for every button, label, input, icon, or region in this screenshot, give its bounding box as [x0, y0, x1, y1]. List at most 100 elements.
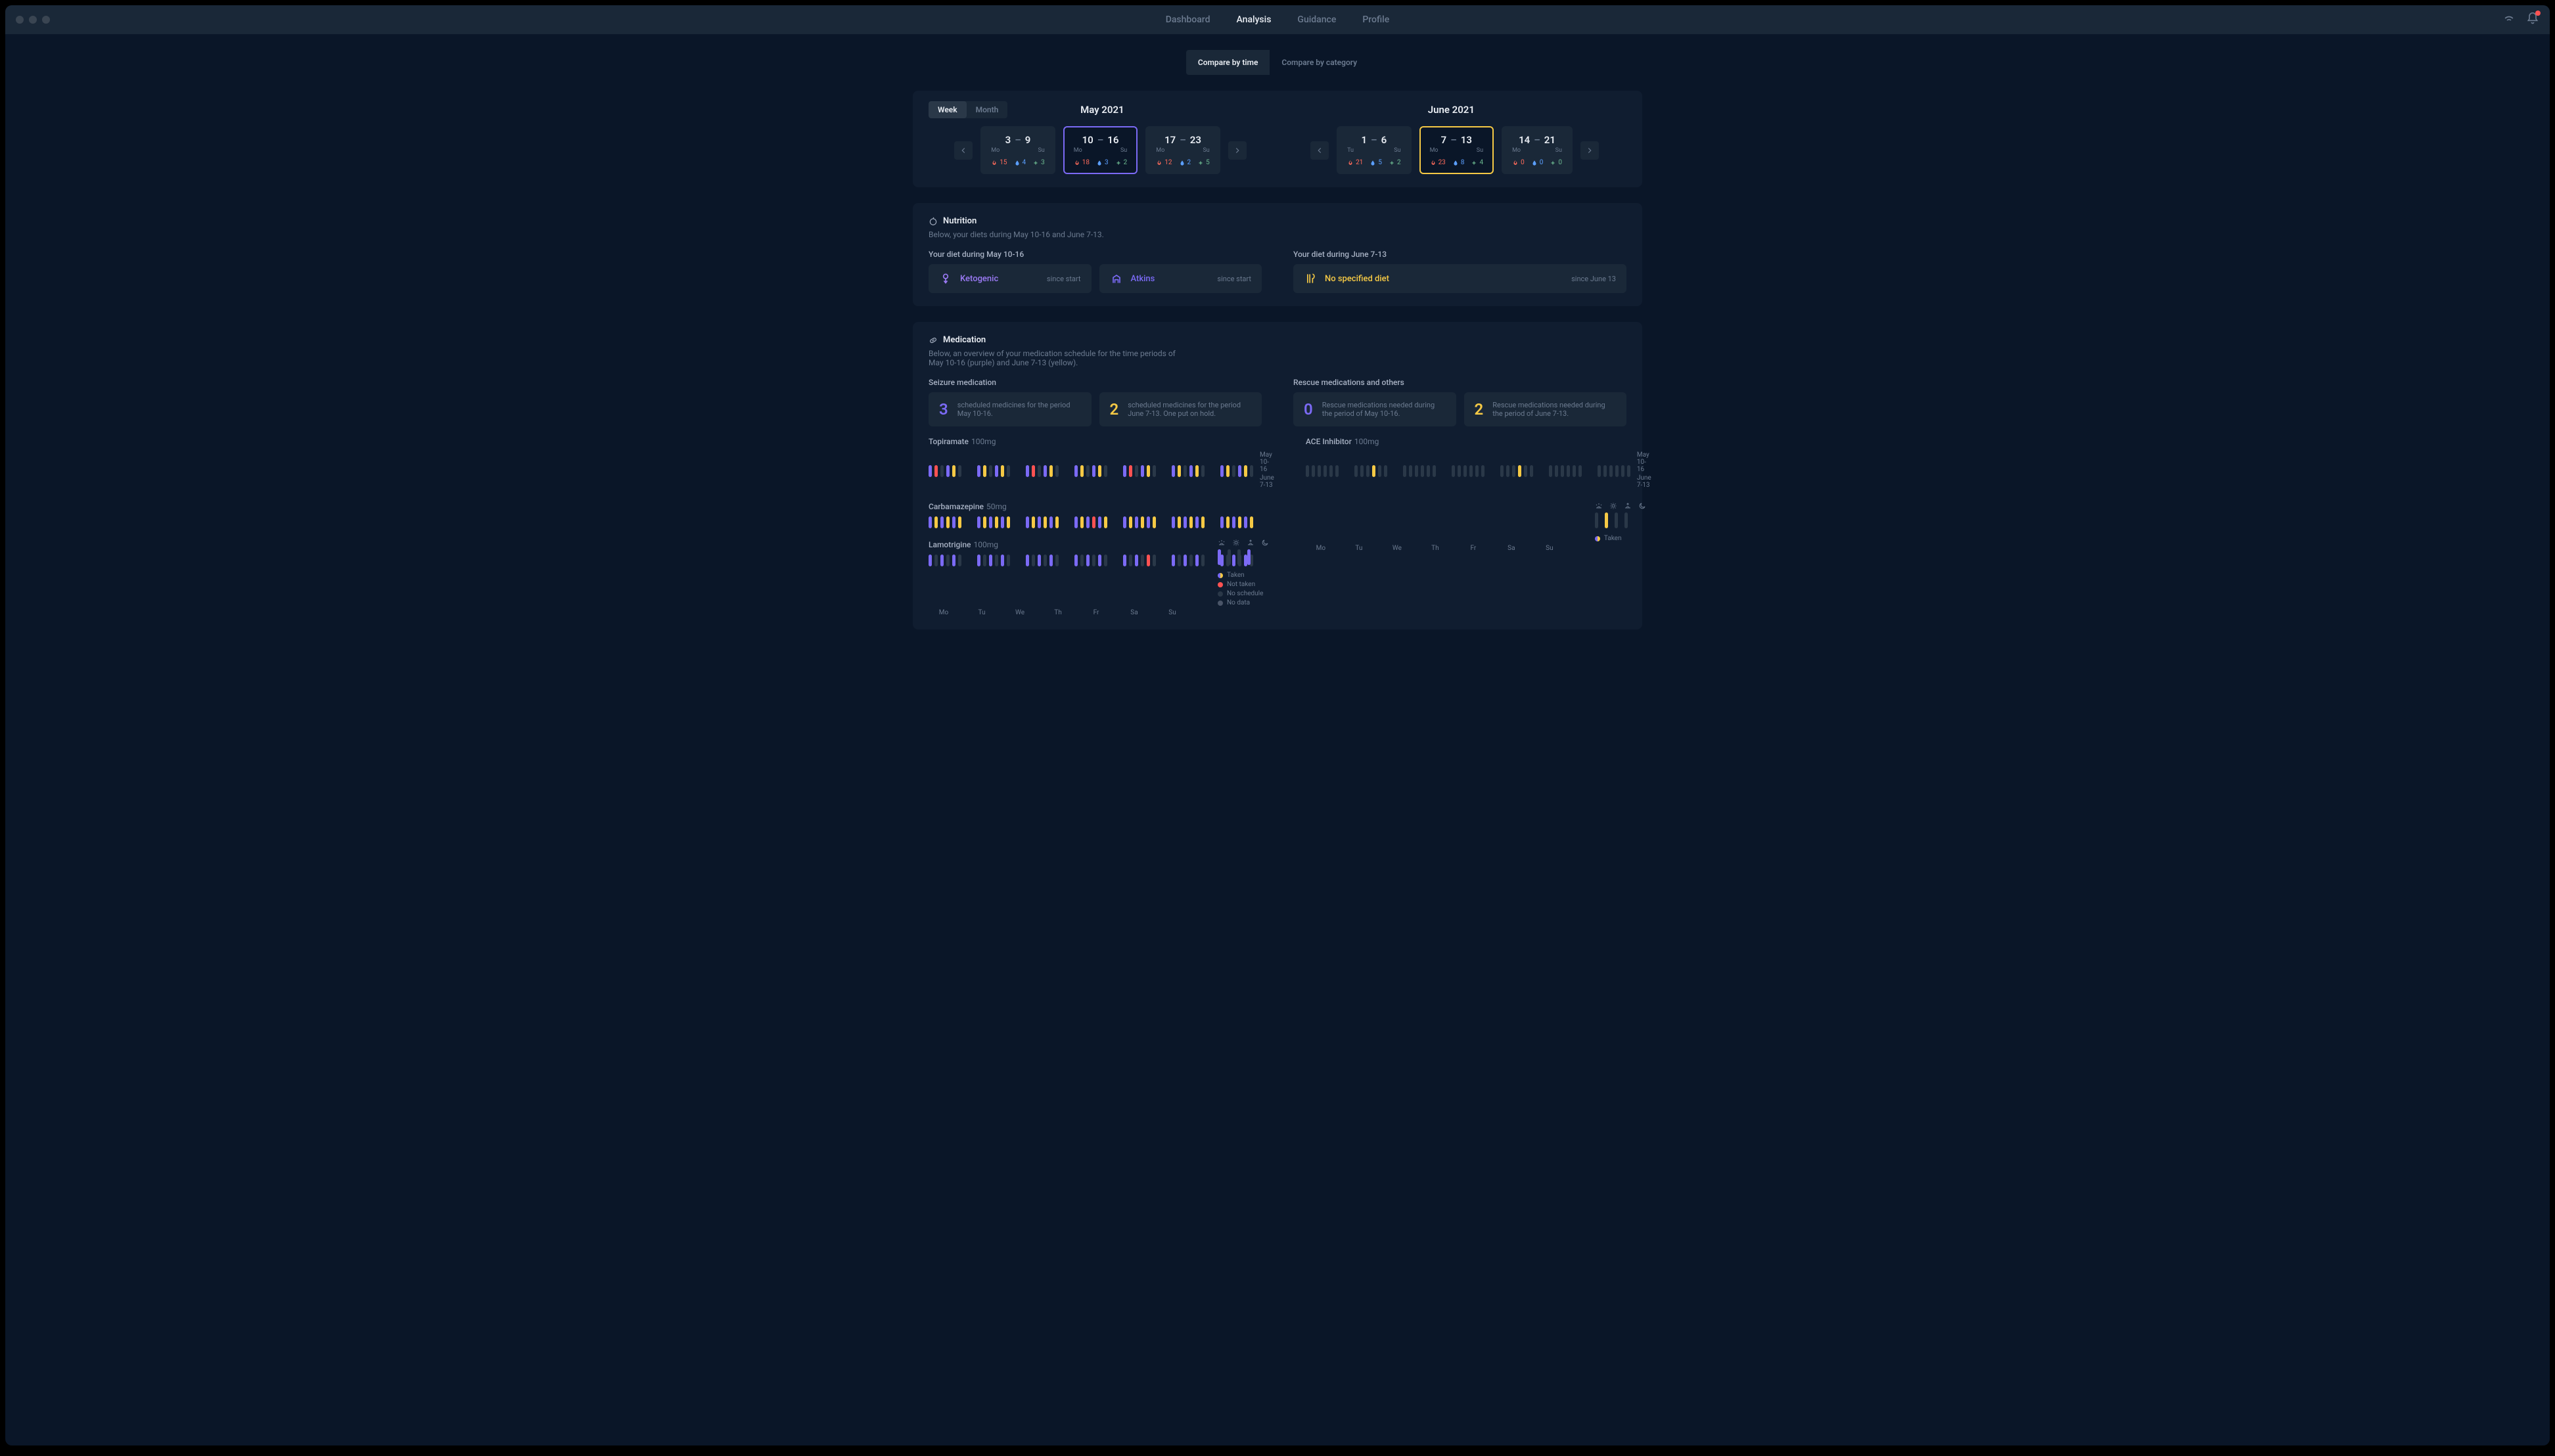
week-card[interactable]: 1–6TuSu2152: [1337, 126, 1412, 174]
drop-stat: 2: [1179, 159, 1191, 166]
diet-since: since June 13: [1571, 275, 1616, 283]
dose-pill: [1627, 465, 1630, 477]
dose-pill: [977, 516, 980, 528]
notifications-button[interactable]: [2526, 12, 2539, 28]
dose-pill: [1026, 465, 1029, 477]
dose-pill: [1549, 465, 1552, 477]
dose-pill: [1403, 465, 1406, 477]
fire-stat: 15: [991, 159, 1007, 166]
tab-guidance[interactable]: Guidance: [1297, 14, 1336, 25]
week-card[interactable]: 10–16MoSu1832: [1063, 126, 1138, 174]
dose-pill: [1530, 465, 1533, 477]
week-card[interactable]: 7–13MoSu2384: [1419, 126, 1494, 174]
dose-pill: [1104, 516, 1107, 528]
med-day: [1220, 465, 1253, 477]
dose-pill: [1086, 555, 1090, 566]
summary-desc: scheduled medicines for the period June …: [1128, 401, 1251, 418]
med-day: [1172, 465, 1205, 477]
dose-pill: [1184, 555, 1187, 566]
dose-pill: [1366, 465, 1370, 477]
drop-stat: 8: [1452, 159, 1465, 166]
diet-pill-none: No specified diet since June 13: [1293, 264, 1626, 293]
dose-pill: [1306, 465, 1309, 477]
dose-pill: [995, 516, 998, 528]
seizure-med-header: Seizure medication: [929, 378, 1262, 387]
dose-pill: [1189, 465, 1193, 477]
dose-pill: [1512, 465, 1515, 477]
compare-by-category-button[interactable]: Compare by category: [1270, 50, 1369, 75]
tab-analysis[interactable]: Analysis: [1237, 14, 1272, 25]
medication-icon: [929, 336, 938, 345]
diet-name: Atkins: [1131, 274, 1210, 284]
dose-pill: [1184, 465, 1187, 477]
dose-pill: [1141, 516, 1144, 528]
dose-pill: [1123, 516, 1126, 528]
fire-stat: 12: [1156, 159, 1172, 166]
dose-pill: [1561, 465, 1564, 477]
window-controls: [16, 16, 50, 24]
dose-pill: [929, 555, 932, 566]
notification-badge: [2535, 11, 2541, 16]
med-row: Carbamazepine50mg: [929, 502, 1274, 528]
med-day: [1026, 465, 1059, 477]
range-week-button[interactable]: Week: [929, 101, 967, 118]
med-day: [1123, 516, 1156, 528]
dose-pill: [1032, 516, 1035, 528]
med-day: [1026, 555, 1059, 566]
dose-pill: [1080, 516, 1084, 528]
med-day: [1598, 465, 1630, 477]
tab-dashboard[interactable]: Dashboard: [1166, 14, 1210, 25]
diet-pill-keto: Ketogenicsince start: [929, 264, 1092, 293]
week-card[interactable]: 17–23MoSu1225: [1145, 126, 1220, 174]
dose-legend: TakenNot takenNo scheduleNo data: [1218, 572, 1274, 606]
prev-week-left[interactable]: [954, 141, 973, 160]
close-dot[interactable]: [16, 16, 24, 24]
diet-icon: [1304, 272, 1317, 285]
fire-stat: 18: [1074, 159, 1090, 166]
dose-pill: [1074, 516, 1078, 528]
drop-stat: 5: [1370, 159, 1382, 166]
next-week-right[interactable]: [1580, 141, 1599, 160]
drop-stat: 3: [1096, 159, 1109, 166]
titlebar: Dashboard Analysis Guidance Profile: [5, 5, 2550, 34]
dose-pill: [929, 516, 932, 528]
tab-profile[interactable]: Profile: [1362, 14, 1389, 25]
med-name: Topiramate100mg: [929, 437, 1274, 446]
med-day: [1123, 465, 1156, 477]
prev-week-right[interactable]: [1310, 141, 1329, 160]
dose-pill: [1384, 465, 1387, 477]
next-week-left[interactable]: [1228, 141, 1247, 160]
compare-by-time-button[interactable]: Compare by time: [1186, 50, 1270, 75]
diet-icon: [1110, 272, 1123, 285]
dose-pill: [1360, 465, 1364, 477]
moon-icon: [1638, 502, 1646, 510]
dose-pill: [1201, 465, 1205, 477]
zoom-dot[interactable]: [42, 16, 50, 24]
dose-pill: [1226, 516, 1230, 528]
range-month-button[interactable]: Month: [967, 101, 1008, 118]
dose-pill: [983, 465, 986, 477]
med-summary-card: 3scheduled medicines for the period May …: [929, 392, 1092, 426]
dose-pill: [1172, 555, 1175, 566]
sun-icon: [1609, 502, 1617, 510]
tod-pills: [1595, 512, 1646, 528]
dose-pill: [1372, 465, 1375, 477]
diet-name: No specified diet: [1325, 274, 1563, 284]
dose-pill: [952, 465, 955, 477]
week-card[interactable]: 3–9MoSu1543: [980, 126, 1055, 174]
dose-pill: [1007, 555, 1010, 566]
wifi-icon[interactable]: [2502, 12, 2516, 28]
dose-pill: [1469, 465, 1473, 477]
minimize-dot[interactable]: [29, 16, 37, 24]
dose-pill: [1055, 516, 1059, 528]
dose-pill: [1038, 555, 1041, 566]
med-day: [1026, 516, 1059, 528]
sunrise-icon: [1595, 502, 1603, 510]
med-day: [1172, 516, 1205, 528]
period-right-month: June 2021: [1428, 104, 1475, 116]
dose-pill: [1220, 516, 1224, 528]
med-day: [1123, 555, 1156, 566]
med-day: [929, 516, 961, 528]
week-card[interactable]: 14–21MoSu000: [1502, 126, 1573, 174]
dose-pill: [1621, 465, 1624, 477]
